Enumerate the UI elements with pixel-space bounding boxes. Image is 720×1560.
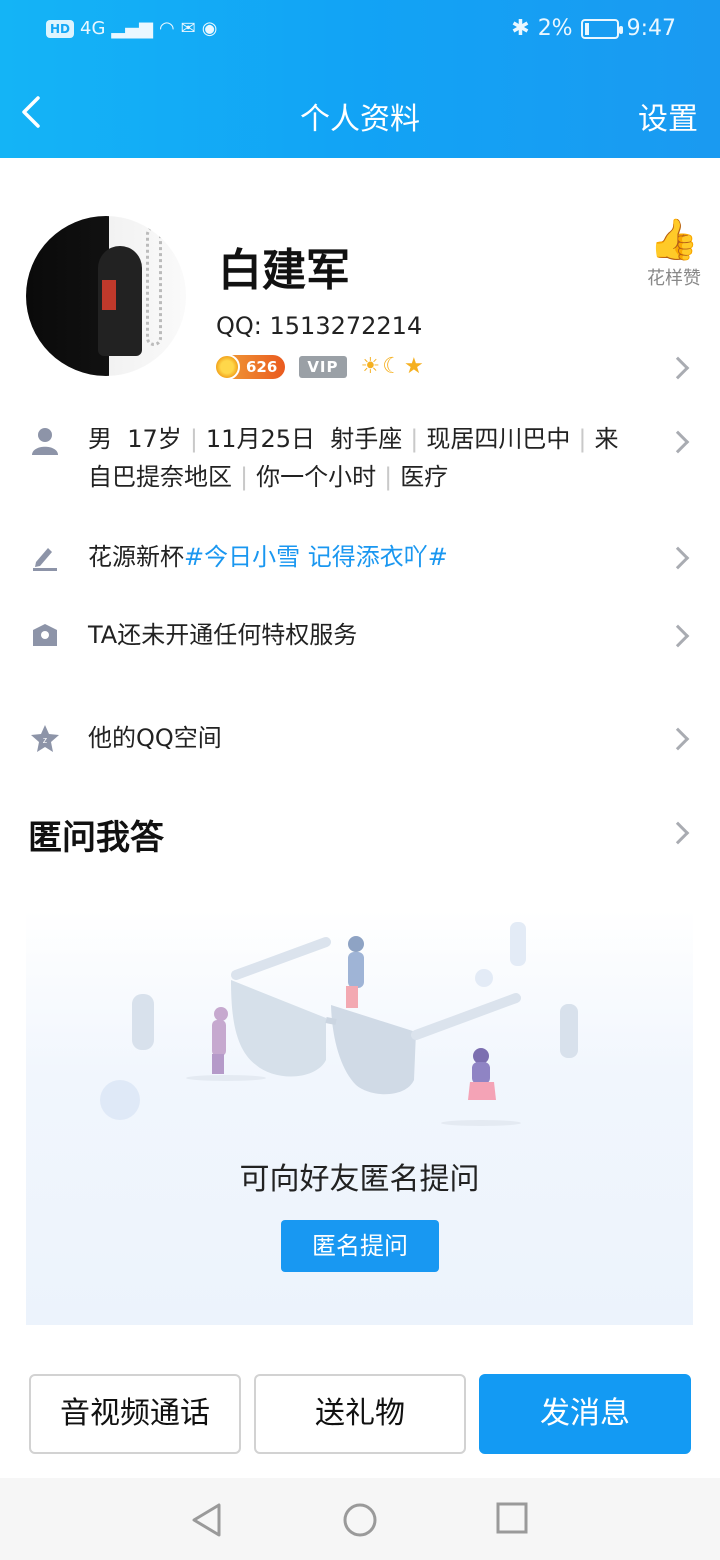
nav-bar: 个人资料 设置 xyxy=(0,76,720,148)
level-badge[interactable]: 626 xyxy=(214,353,286,380)
extra-info: 你一个小时 xyxy=(256,463,377,491)
chevron-right-icon xyxy=(666,546,690,570)
hotspot-icon: ◉ xyxy=(201,18,218,39)
nav-back-triangle-icon[interactable] xyxy=(190,1502,224,1538)
nav-recent-square-icon[interactable] xyxy=(496,1502,528,1534)
gender: 男 xyxy=(88,425,112,453)
qa-message: 可向好友匿名提问 xyxy=(239,1162,480,1197)
send-message-button[interactable]: 发消息 xyxy=(479,1374,691,1454)
info-text: 男 17岁 | 11月25日 射手座 | 现居四川巴中 | 来自巴提奈地区 | 你一个小时 | 医疗 xyxy=(88,425,619,491)
signature-prefix: 花源新杯 xyxy=(88,543,184,571)
chevron-right-icon xyxy=(666,624,690,648)
battery-percent: 2% xyxy=(537,16,573,41)
status-bar: HD 4G ▂▄▆ ◠ ✉ ◉ ✱ 2% 9:47 xyxy=(0,0,720,64)
moon-icon: ☾ xyxy=(382,354,404,379)
clock: 9:47 xyxy=(626,16,676,41)
network-4g-indicator: 4G xyxy=(80,18,106,39)
chevron-right-icon[interactable] xyxy=(666,821,690,845)
wifi-icon: ◠ xyxy=(158,18,175,39)
star-icon: ★ xyxy=(403,354,426,379)
age: 17岁 xyxy=(127,425,182,453)
action-bar: 音视频通话 送礼物 发消息 xyxy=(0,1374,720,1454)
sun-icon: ☀ xyxy=(360,354,383,379)
chevron-right-icon xyxy=(666,727,690,751)
video-call-button[interactable]: 音视频通话 xyxy=(29,1374,241,1454)
zodiac: 射手座 xyxy=(330,425,403,453)
bluetooth-icon: ✱ xyxy=(511,16,530,41)
qq-label: QQ: xyxy=(216,312,262,340)
page-title: 个人资料 xyxy=(300,102,420,137)
qzone-row[interactable]: z 他的QQ空间 xyxy=(0,719,720,759)
like-label: 花样赞 xyxy=(647,268,701,289)
privilege-text: TA还未开通任何特权服务 xyxy=(88,621,358,649)
system-nav-bar xyxy=(0,1478,720,1560)
crown-icon xyxy=(30,620,60,650)
notification-icon: ✉ xyxy=(180,18,196,39)
signal-icon: ▂▄▆ xyxy=(111,18,153,39)
chevron-right-icon xyxy=(666,430,690,454)
residence: 现居四川巴中 xyxy=(426,425,571,453)
privilege-row[interactable]: TA还未开通任何特权服务 xyxy=(0,616,720,656)
qzone-star-icon: z xyxy=(30,723,60,753)
info-row[interactable]: 男 17岁 | 11月25日 射手座 | 现居四川巴中 | 来自巴提奈地区 | 你一个小时 | 医疗 xyxy=(0,420,720,504)
qzone-text: 他的QQ空间 xyxy=(88,724,222,752)
svg-text:z: z xyxy=(43,735,48,745)
glasses-illustration xyxy=(100,922,578,1126)
nav-home-circle-icon[interactable] xyxy=(342,1502,378,1538)
birthday: 11月25日 xyxy=(205,425,315,453)
person-icon xyxy=(30,426,60,456)
signature-text: 花源新杯#今日小雪 记得添衣吖# xyxy=(88,538,636,576)
badge-row[interactable]: 626 VIP ☀☾★ xyxy=(214,353,426,380)
chevron-right-icon xyxy=(666,356,690,380)
battery-icon xyxy=(580,18,623,39)
anonymous-ask-button[interactable]: 匿名提问 xyxy=(281,1220,439,1272)
profile-card[interactable]: 白建军 QQ: 1513272214 626 VIP ☀☾★ 👍 花样赞 xyxy=(0,210,720,400)
qa-card: 可向好友匿名提问 匿名提问 xyxy=(26,910,693,1325)
coin-icon xyxy=(214,353,240,380)
qq-number-value: 1513272214 xyxy=(269,312,423,340)
settings-button[interactable]: 设置 xyxy=(638,94,698,138)
header: HD 4G ▂▄▆ ◠ ✉ ◉ ✱ 2% 9:47 个人资料 设置 xyxy=(0,0,720,158)
level-value: 626 xyxy=(246,357,278,376)
occupation: 医疗 xyxy=(400,463,449,491)
pencil-icon xyxy=(30,542,60,572)
qq-number: QQ: 1513272214 xyxy=(216,312,422,340)
signature-row[interactable]: 花源新杯#今日小雪 记得添衣吖# xyxy=(0,538,720,578)
avatar[interactable] xyxy=(26,216,186,376)
hd-indicator: HD xyxy=(46,19,75,38)
signature-topic[interactable]: #今日小雪 记得添衣吖# xyxy=(184,543,448,571)
qa-section-title[interactable]: 匿问我答 xyxy=(28,810,164,859)
vip-badge[interactable]: VIP xyxy=(299,355,347,378)
profile-name: 白建军 xyxy=(218,245,350,296)
send-gift-button[interactable]: 送礼物 xyxy=(254,1374,466,1454)
thumbs-up-icon: 👍 xyxy=(649,217,699,263)
level-icons[interactable]: ☀☾★ xyxy=(361,354,426,379)
like-button[interactable]: 👍 花样赞 xyxy=(642,216,706,290)
